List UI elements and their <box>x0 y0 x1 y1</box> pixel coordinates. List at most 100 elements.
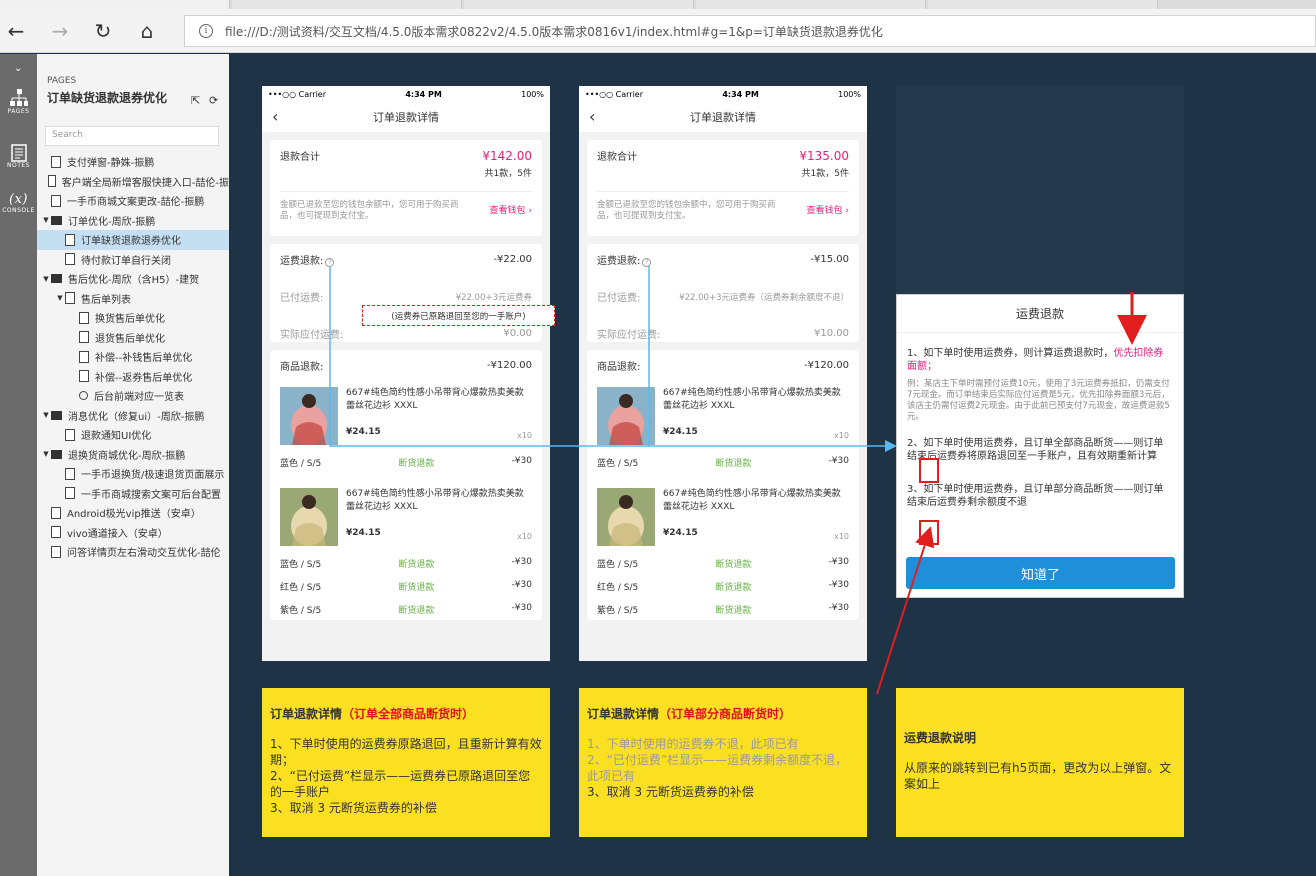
tree-node[interactable]: 补偿--补钱售后单优化 <box>37 347 229 367</box>
tree-node-label: 退换货商城优化-周欣-振鹏 <box>68 450 186 462</box>
pages-panel: PAGES 订单缺货退款退券优化 ⇱ ⟳ Search 支付弹窗-静姝-振鹏客户… <box>37 54 229 876</box>
tree-node-label: Android极光vip推送（安卓） <box>67 509 201 521</box>
highlight-box <box>919 520 939 545</box>
page-icon <box>65 292 75 305</box>
tree-node-label: 一手币商城文案更改-喆伦-振鹏 <box>67 197 205 209</box>
tree-node-label: vivo通道接入（安卓） <box>67 528 168 540</box>
page-icon <box>65 467 75 480</box>
reload-icon[interactable]: ↻ <box>89 17 117 45</box>
refresh-search-icon[interactable]: ⟳ <box>209 94 218 107</box>
console-icon: (x) <box>9 192 28 207</box>
tree-node[interactable]: 退款通知UI优化 <box>37 425 229 445</box>
tree-node-label: 待付款订单自行关闭 <box>81 255 171 267</box>
notes-icon <box>10 144 27 162</box>
tree-node[interactable]: 问答详情页左右滑动交互优化-喆伦 <box>37 542 229 562</box>
tree-node[interactable]: 后台前端对应一览表 <box>37 386 229 406</box>
highlight-box <box>919 458 939 483</box>
page-icon <box>51 545 61 558</box>
browser-tab[interactable] <box>696 0 926 9</box>
left-tool-bar: ⌄ PAGES NOTES (x) CONSOLE <box>0 54 37 876</box>
tree-node-label: 换货售后单优化 <box>95 314 165 326</box>
forward-arrow-icon[interactable]: → <box>46 17 74 45</box>
search-input[interactable]: Search <box>45 126 219 146</box>
tree-node-label: 后台前端对应一览表 <box>94 392 184 404</box>
tree-node-label: 退款通知UI优化 <box>81 431 152 443</box>
tree-node[interactable]: 一手币退换货/极速退货页面展示 <box>37 464 229 484</box>
pages-header: PAGES <box>47 76 77 86</box>
folder-icon <box>51 215 62 225</box>
red-arrow-up <box>876 526 935 695</box>
tree-node[interactable]: 补偿--返券售后单优化 <box>37 367 229 387</box>
tree-toggle-icon[interactable]: ▼ <box>41 275 51 283</box>
page-icon <box>65 253 75 266</box>
page-icon <box>65 428 75 441</box>
page-icon <box>51 506 61 519</box>
back-arrow-icon[interactable]: ← <box>2 17 30 45</box>
page-icon <box>51 194 61 207</box>
tree-node[interactable]: 换货售后单优化 <box>37 308 229 328</box>
tree-node[interactable]: 一手币商城文案更改-喆伦-振鹏 <box>37 191 229 211</box>
tree-node[interactable]: 订单缺货退款退券优化 <box>37 230 229 250</box>
page-icon <box>51 155 61 168</box>
tree-node-label: 订单缺货退款退券优化 <box>81 236 181 248</box>
tree-node-label: 消息优化（修复ui）-周欣-振鹏 <box>68 411 205 423</box>
console-tab[interactable]: (x) CONSOLE <box>0 182 37 232</box>
tree-node[interactable]: ▼ 消息优化（修复ui）-周欣-振鹏 <box>37 406 229 426</box>
pages-tab-label: PAGES <box>7 108 30 115</box>
tree-node-label: 售后单列表 <box>81 294 131 306</box>
tree-node[interactable]: ▼ 退换货商城优化-周欣-振鹏 <box>37 445 229 465</box>
tree-node-label: 一手币商城搜索文案可后台配置 <box>81 489 221 501</box>
info-icon[interactable]: i <box>199 24 213 38</box>
notes-tab[interactable]: NOTES <box>0 132 37 182</box>
tree-node[interactable]: 待付款订单自行关闭 <box>37 250 229 270</box>
browser-tab[interactable] <box>464 0 694 9</box>
browser-tab[interactable] <box>0 0 230 9</box>
collapse-chevron-icon[interactable]: ⌄ <box>0 54 37 82</box>
folder-icon <box>51 274 62 284</box>
tree-node[interactable]: ▼ 售后单列表 <box>37 289 229 309</box>
sitemap-icon <box>9 89 28 106</box>
export-icon[interactable]: ⇱ <box>191 94 200 107</box>
page-icon <box>79 311 89 324</box>
blue-connector-line <box>329 266 894 446</box>
notes-tab-label: NOTES <box>7 162 30 169</box>
tree-node-label: 补偿--返券售后单优化 <box>95 372 193 384</box>
console-tab-label: CONSOLE <box>2 207 35 214</box>
folder-icon <box>51 449 62 459</box>
url-text[interactable]: file:///D:/测试资料/交互文档/4.5.0版本需求0822v2/4.5… <box>225 23 883 40</box>
pages-tab[interactable]: PAGES <box>0 82 37 132</box>
tree-node-label: 问答详情页左右滑动交互优化-喆伦 <box>67 548 221 560</box>
tree-node-label: 订单优化-周欣-振鹏 <box>68 216 156 228</box>
tree-node[interactable]: 一手币商城搜索文案可后台配置 <box>37 484 229 504</box>
tree-node[interactable]: vivo通道接入（安卓） <box>37 523 229 543</box>
tree-node[interactable]: 支付弹窗-静姝-振鹏 <box>37 152 229 172</box>
tree-node-label: 客户端全局新增客服快捷入口-喆伦-振 <box>61 177 229 189</box>
page-icon <box>51 526 61 539</box>
folder-icon <box>51 410 62 420</box>
tree-toggle-icon[interactable]: ▼ <box>41 216 51 224</box>
address-bar[interactable]: i file:///D:/测试资料/交互文档/4.5.0版本需求0822v2/4… <box>184 15 1316 47</box>
page-icon <box>65 487 75 500</box>
tree-toggle-icon[interactable]: ▼ <box>55 294 65 302</box>
tree-toggle-icon[interactable]: ▼ <box>41 411 51 419</box>
connector-overlay <box>329 266 1147 695</box>
tree-node-label: 退货售后单优化 <box>95 333 165 345</box>
browser-tab[interactable] <box>232 0 462 9</box>
tree-node[interactable]: ▼ 订单优化-周欣-振鹏 <box>37 211 229 231</box>
tree-toggle-icon[interactable]: ▼ <box>41 450 51 458</box>
flow-icon <box>79 391 88 401</box>
browser-toolbar: ← → ↻ ⌂ i file:///D:/测试资料/交互文档/4.5.0版本需求… <box>0 9 1316 53</box>
browser-tab-strip <box>0 0 1316 9</box>
tree-node[interactable]: 退货售后单优化 <box>37 328 229 348</box>
page-icon <box>65 233 75 246</box>
tree-node-label: 支付弹窗-静姝-振鹏 <box>67 158 155 170</box>
browser-tab[interactable] <box>928 0 1158 9</box>
page-icon <box>79 370 89 383</box>
tree-node[interactable]: ▼ 售后优化-周欣（含H5）-建贺 <box>37 269 229 289</box>
home-icon[interactable]: ⌂ <box>133 17 161 45</box>
page-tree: 支付弹窗-静姝-振鹏客户端全局新增客服快捷入口-喆伦-振一手币商城文案更改-喆伦… <box>37 152 229 562</box>
page-icon <box>48 175 56 188</box>
tree-node[interactable]: 客户端全局新增客服快捷入口-喆伦-振 <box>37 172 229 192</box>
tree-node[interactable]: Android极光vip推送（安卓） <box>37 503 229 523</box>
page-icon <box>79 331 89 344</box>
